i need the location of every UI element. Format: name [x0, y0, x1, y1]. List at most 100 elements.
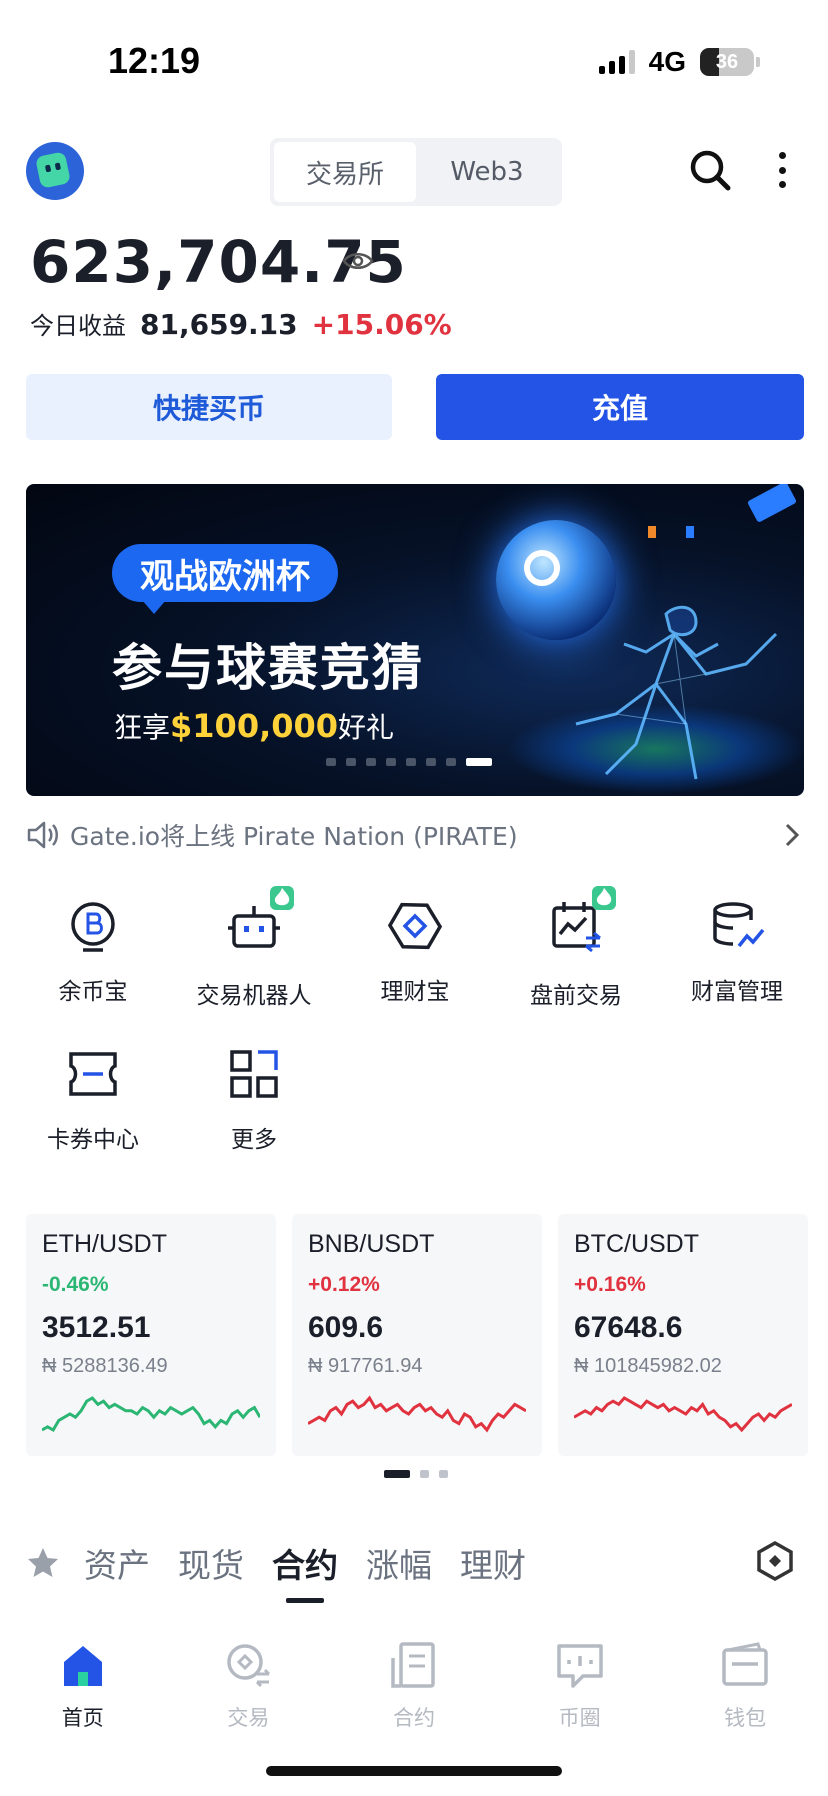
today-pnl: 今日收益 81,659.13 +15.06%	[30, 306, 452, 341]
coin-b-icon	[71, 902, 115, 952]
banner-dot[interactable]	[386, 758, 396, 766]
today-pnl-value: 81,659.13	[140, 308, 298, 341]
feature-label: 更多	[231, 1127, 277, 1153]
more-vertical-icon[interactable]	[772, 148, 792, 192]
market-pagination[interactable]	[384, 1470, 448, 1478]
tab-assets[interactable]: 资产	[84, 1533, 150, 1593]
banner-dot[interactable]	[346, 758, 356, 766]
coins-stack-icon	[713, 902, 765, 948]
quick-buy-button[interactable]: 快捷买币	[26, 374, 392, 440]
tab-spot[interactable]: 现货	[178, 1533, 244, 1593]
tab-earn[interactable]: 理财	[460, 1533, 526, 1593]
market-price: 609.6	[308, 1311, 384, 1344]
banner-dot[interactable]	[406, 758, 416, 766]
status-bar: 12:19 4G 36	[0, 0, 828, 120]
home-indicator[interactable]	[266, 1766, 562, 1776]
nav-label: 合约	[392, 1706, 435, 1730]
market-change: +0.12%	[308, 1273, 380, 1296]
exchange-web3-switch: 交易所 Web3	[270, 138, 562, 206]
banner-dot[interactable]	[426, 758, 436, 766]
confetti-decoration	[686, 526, 694, 538]
star-icon[interactable]	[26, 1546, 60, 1580]
announcement-bar[interactable]: Gate.io将上线 Pirate Nation (PIRATE)	[26, 812, 804, 858]
market-card-bnb[interactable]: BNB/USDT +0.12% 609.6 ₦ 917761.94	[292, 1214, 542, 1456]
grid-icon	[230, 1050, 278, 1098]
nav-label: 交易	[227, 1706, 270, 1730]
nav-community[interactable]: 币圈	[497, 1624, 663, 1754]
status-indicators: 4G 36	[598, 46, 760, 78]
banner-dot[interactable]	[446, 758, 456, 766]
wallet-icon	[722, 1642, 768, 1686]
nav-wallet[interactable]: 钱包	[662, 1624, 828, 1754]
hex-diamond-icon	[387, 902, 443, 950]
hex-settings-icon[interactable]	[754, 1540, 796, 1582]
tab-futures[interactable]: 合约	[272, 1533, 338, 1603]
banner-pagination[interactable]	[326, 758, 492, 766]
home-icon	[63, 1646, 102, 1686]
banner-title: 参与球赛竞猜	[112, 639, 424, 697]
feature-coupon-center[interactable]: 卡券中心	[18, 1046, 168, 1154]
bottom-navigation: 首页 交易 合约 币圈 钱包	[0, 1624, 828, 1754]
announcement-text: Gate.io将上线 Pirate Nation (PIRATE)	[70, 822, 518, 851]
market-fiat-price: ₦ 917761.94	[308, 1355, 423, 1377]
market-pair: BNB/USDT	[308, 1230, 435, 1258]
chevron-right-icon	[785, 823, 800, 847]
search-icon[interactable]	[688, 148, 732, 192]
sparkline-chart	[42, 1396, 260, 1433]
today-pnl-label: 今日收益	[30, 312, 126, 340]
market-pair: BTC/USDT	[574, 1230, 699, 1258]
nav-label: 钱包	[724, 1706, 767, 1730]
market-fiat-price: ₦ 101845982.02	[574, 1355, 722, 1377]
avatar[interactable]	[26, 142, 84, 200]
eye-icon[interactable]	[342, 250, 374, 272]
market-price: 67648.6	[574, 1311, 683, 1344]
feature-yubibao[interactable]: 余币宝	[18, 898, 168, 1006]
feature-label: 理财宝	[380, 979, 450, 1005]
feature-trading-bot[interactable]: 交易机器人	[179, 886, 329, 1010]
sparkline-chart	[574, 1396, 792, 1433]
battery-icon: 36	[700, 48, 754, 76]
deposit-button[interactable]: 充值	[436, 374, 804, 440]
feature-label: 盘前交易	[530, 983, 622, 1009]
feature-pre-market[interactable]: 盘前交易	[501, 886, 651, 1010]
signal-icon	[598, 50, 635, 74]
confetti-decoration	[648, 526, 656, 538]
feature-label: 卡券中心	[47, 1127, 139, 1153]
banner-dot[interactable]	[326, 758, 336, 766]
battery-percent: 36	[715, 50, 739, 73]
market-card-btc[interactable]: BTC/USDT +0.16% 67648.6 ₦ 101845982.02	[558, 1214, 808, 1456]
avatar-character	[35, 151, 71, 189]
promo-banner[interactable]: 观战欧洲杯 参与球赛竞猜 狂享$100,000好礼	[26, 484, 804, 796]
speaker-icon	[27, 821, 58, 849]
tab-gainers[interactable]: 涨幅	[366, 1533, 432, 1593]
market-page-dot[interactable]	[439, 1470, 448, 1478]
feature-label: 财富管理	[691, 979, 783, 1005]
network-type: 4G	[648, 46, 686, 77]
banner-dot[interactable]	[466, 758, 492, 766]
market-card-eth[interactable]: ETH/USDT -0.46% 3512.51 ₦ 5288136.49	[26, 1214, 276, 1456]
segment-exchange[interactable]: 交易所	[274, 142, 416, 202]
banner-dot[interactable]	[366, 758, 376, 766]
market-fiat-price: ₦ 5288136.49	[42, 1355, 168, 1377]
market-change: +0.16%	[574, 1273, 646, 1296]
nav-futures[interactable]: 合约	[331, 1624, 497, 1754]
feature-more[interactable]: 更多	[179, 1046, 329, 1154]
market-price: 3512.51	[42, 1311, 151, 1344]
banner-tag: 观战欧洲杯	[112, 544, 338, 614]
status-time: 12:19	[108, 40, 201, 81]
sparkline-line	[308, 1395, 526, 1433]
trade-icon	[227, 1644, 271, 1688]
market-page-dot[interactable]	[420, 1470, 429, 1478]
market-change: -0.46%	[42, 1273, 109, 1296]
confetti-decoration	[746, 484, 798, 523]
segment-web3[interactable]: Web3	[416, 142, 558, 202]
feature-wealth-management[interactable]: 财富管理	[662, 898, 812, 1006]
today-pnl-percent: +15.06%	[311, 308, 452, 341]
nav-home[interactable]: 首页	[0, 1624, 166, 1754]
feature-label: 交易机器人	[196, 983, 312, 1009]
chat-icon	[556, 1644, 603, 1688]
hot-badge	[592, 886, 616, 910]
nav-trade[interactable]: 交易	[166, 1624, 332, 1754]
market-page-dot[interactable]	[384, 1470, 410, 1478]
feature-licaibao[interactable]: 理财宝	[340, 898, 490, 1006]
